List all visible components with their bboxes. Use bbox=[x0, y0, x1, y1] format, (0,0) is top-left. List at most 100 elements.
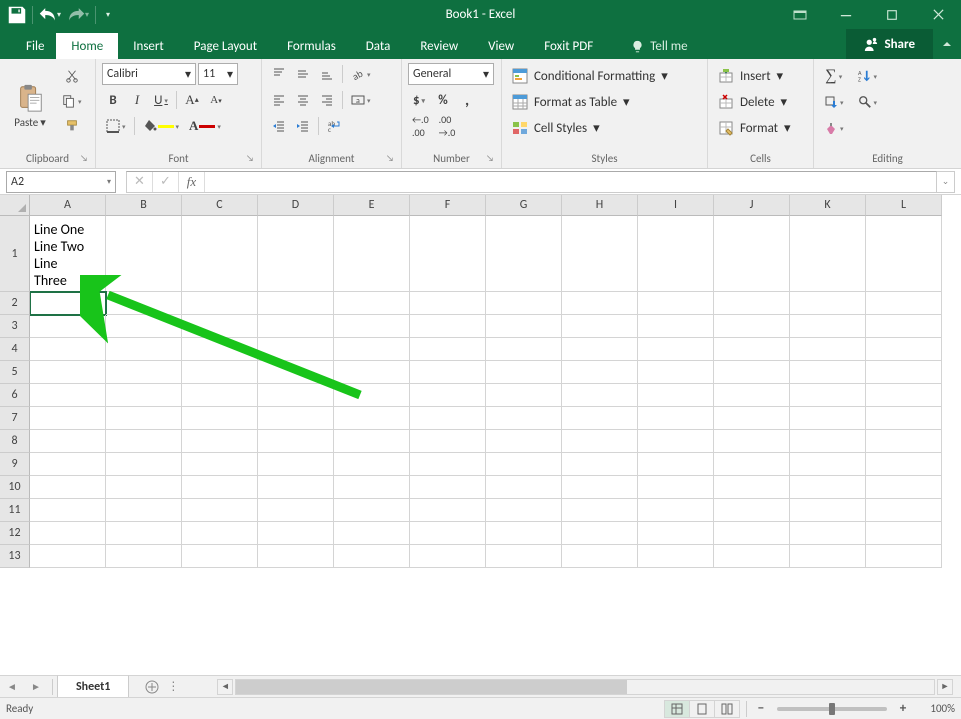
cell[interactable] bbox=[638, 292, 714, 315]
cell[interactable] bbox=[714, 292, 790, 315]
number-format-combo[interactable]: General▾ bbox=[408, 63, 494, 85]
cell[interactable] bbox=[106, 522, 182, 545]
cell[interactable] bbox=[258, 430, 334, 453]
cell[interactable] bbox=[790, 430, 866, 453]
cell[interactable] bbox=[486, 476, 562, 499]
cell[interactable] bbox=[182, 315, 258, 338]
cell[interactable] bbox=[258, 545, 334, 568]
cell[interactable] bbox=[562, 430, 638, 453]
column-header[interactable]: L bbox=[866, 195, 942, 216]
column-header[interactable]: F bbox=[410, 195, 486, 216]
cell[interactable] bbox=[30, 453, 106, 476]
cell[interactable] bbox=[106, 430, 182, 453]
cell[interactable] bbox=[334, 361, 410, 384]
cell[interactable] bbox=[486, 361, 562, 384]
align-middle-button[interactable] bbox=[292, 63, 314, 85]
cell[interactable] bbox=[790, 407, 866, 430]
cell[interactable] bbox=[106, 407, 182, 430]
cell[interactable] bbox=[486, 453, 562, 476]
cell[interactable] bbox=[30, 338, 106, 361]
scroll-split-handle[interactable]: ⋮ bbox=[167, 679, 181, 694]
insert-function-button[interactable]: fx bbox=[179, 172, 205, 192]
cell[interactable] bbox=[486, 338, 562, 361]
align-right-button[interactable] bbox=[316, 89, 338, 111]
cell[interactable] bbox=[410, 476, 486, 499]
find-select-button[interactable]: ▾ bbox=[854, 91, 882, 113]
cell[interactable] bbox=[410, 407, 486, 430]
cell[interactable] bbox=[714, 522, 790, 545]
expand-formula-bar-icon[interactable]: ⌄ bbox=[937, 171, 955, 193]
cut-button[interactable] bbox=[58, 65, 86, 87]
redo-dropdown-icon[interactable]: ▾ bbox=[85, 10, 89, 20]
clear-button[interactable]: ▾ bbox=[820, 117, 848, 139]
cell[interactable] bbox=[410, 292, 486, 315]
row-header[interactable]: 1 bbox=[0, 216, 30, 292]
cell[interactable] bbox=[410, 499, 486, 522]
cell[interactable] bbox=[562, 522, 638, 545]
tab-file[interactable]: File bbox=[14, 33, 56, 59]
cell[interactable] bbox=[30, 499, 106, 522]
cell[interactable] bbox=[866, 430, 942, 453]
cell[interactable] bbox=[790, 476, 866, 499]
cell[interactable] bbox=[714, 315, 790, 338]
row-header[interactable]: 8 bbox=[0, 430, 30, 453]
align-left-button[interactable] bbox=[268, 89, 290, 111]
cell[interactable] bbox=[258, 522, 334, 545]
cell[interactable] bbox=[714, 453, 790, 476]
cell[interactable] bbox=[30, 315, 106, 338]
cell[interactable] bbox=[410, 361, 486, 384]
cell[interactable] bbox=[182, 216, 258, 292]
format-cells-button[interactable]: Format▾ bbox=[714, 117, 795, 139]
paste-button[interactable]: Paste▾ bbox=[6, 63, 54, 148]
cell[interactable] bbox=[486, 545, 562, 568]
cell[interactable] bbox=[258, 315, 334, 338]
cell[interactable] bbox=[790, 499, 866, 522]
number-dialog-launcher-icon[interactable]: ↘ bbox=[483, 151, 497, 165]
cell[interactable] bbox=[790, 522, 866, 545]
cell[interactable] bbox=[562, 499, 638, 522]
cell[interactable] bbox=[106, 545, 182, 568]
cell[interactable] bbox=[182, 384, 258, 407]
cell[interactable] bbox=[790, 545, 866, 568]
cell[interactable] bbox=[334, 338, 410, 361]
cell[interactable] bbox=[410, 430, 486, 453]
cell[interactable] bbox=[334, 476, 410, 499]
ribbon-options-icon[interactable] bbox=[777, 0, 823, 29]
undo-dropdown-icon[interactable]: ▾ bbox=[57, 10, 61, 20]
tell-me-button[interactable]: Tell me bbox=[616, 33, 702, 59]
cell[interactable] bbox=[410, 338, 486, 361]
row-header[interactable]: 13 bbox=[0, 545, 30, 568]
cell[interactable] bbox=[30, 430, 106, 453]
cell[interactable] bbox=[106, 338, 182, 361]
cell[interactable] bbox=[486, 407, 562, 430]
copy-button[interactable]: ▾ bbox=[58, 90, 86, 112]
cell[interactable]: Line One Line Two Line Three bbox=[30, 216, 106, 292]
comma-format-button[interactable]: , bbox=[456, 89, 478, 111]
cell[interactable] bbox=[182, 430, 258, 453]
cell[interactable] bbox=[334, 407, 410, 430]
sort-filter-button[interactable]: AZ▾ bbox=[854, 65, 882, 87]
minimize-button[interactable] bbox=[823, 0, 869, 29]
insert-cells-button[interactable]: Insert▾ bbox=[714, 65, 795, 87]
cell[interactable] bbox=[866, 476, 942, 499]
cell[interactable] bbox=[334, 545, 410, 568]
cell[interactable] bbox=[638, 545, 714, 568]
cell[interactable] bbox=[182, 522, 258, 545]
cell[interactable] bbox=[334, 315, 410, 338]
page-layout-view-button[interactable] bbox=[689, 700, 715, 718]
cell[interactable] bbox=[638, 384, 714, 407]
cell[interactable] bbox=[714, 476, 790, 499]
save-icon[interactable] bbox=[6, 4, 28, 26]
font-color-button[interactable]: A▾ bbox=[185, 115, 225, 137]
cell[interactable] bbox=[562, 407, 638, 430]
cell[interactable] bbox=[562, 384, 638, 407]
alignment-dialog-launcher-icon[interactable]: ↘ bbox=[383, 151, 397, 165]
zoom-slider[interactable] bbox=[777, 707, 887, 711]
cell[interactable] bbox=[106, 216, 182, 292]
format-as-table-button[interactable]: Format as Table▾ bbox=[508, 91, 672, 113]
bold-button[interactable]: B bbox=[102, 89, 124, 111]
cell[interactable] bbox=[410, 315, 486, 338]
undo-icon[interactable] bbox=[37, 4, 59, 26]
zoom-in-button[interactable]: + bbox=[895, 701, 911, 717]
cell[interactable] bbox=[714, 545, 790, 568]
